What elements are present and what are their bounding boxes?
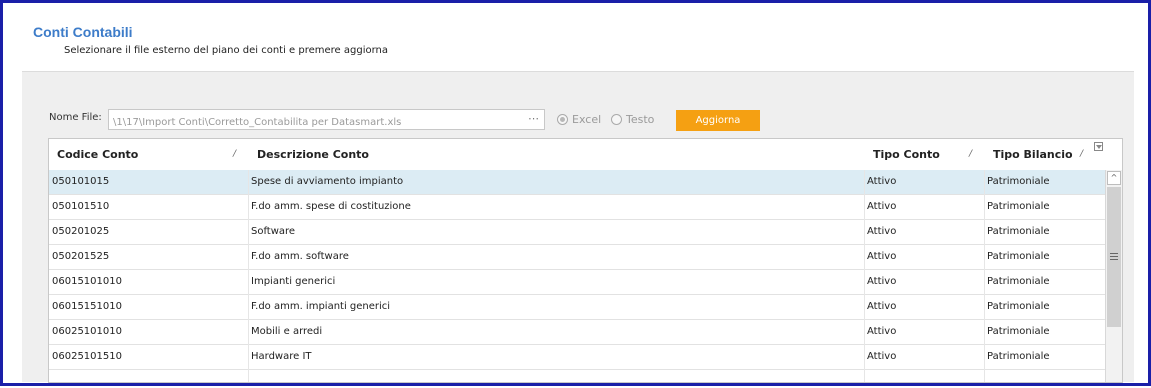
radio-testo-dot[interactable] — [611, 114, 622, 125]
cell-descrizione: Spese di avviamento impianto — [251, 176, 404, 187]
table-row[interactable]: 06015101010 Impianti generici Attivo Patrim… — [49, 270, 1105, 295]
cell-tipo-conto: Attivo — [867, 251, 897, 262]
column-header-codice[interactable]: Codice Conto — [57, 139, 138, 170]
cell-codice: 050201525 — [52, 251, 110, 262]
cell-tipo-bilancio: Patrimoniale — [987, 326, 1050, 337]
grip-icon — [1110, 251, 1118, 262]
cell-tipo-conto: Attivo — [867, 326, 897, 337]
cell-descrizione: F.do amm. spese di costituzione — [251, 201, 411, 212]
cell-descrizione: Software — [251, 226, 296, 237]
cell-descrizione: Mobili e arredi — [251, 326, 323, 337]
cell-codice: 06025101510 — [52, 351, 122, 362]
table-row[interactable]: 050201525 F.do amm. software Attivo Patrimo… — [49, 245, 1105, 270]
cell-codice: 050201025 — [52, 226, 110, 237]
table-row[interactable]: 06015151010 F.do amm. impianti generici At… — [49, 295, 1105, 320]
grid-header: Codice Conto / Descrizione Conto Tipo Co… — [49, 139, 1122, 171]
table-row[interactable]: 06025101510 Hardware IT Attivo Patrimoniale — [49, 345, 1105, 370]
table-row[interactable]: 050201025 Software Attivo Patrimoniale — [49, 220, 1105, 245]
sort-icon-codice[interactable]: / — [233, 149, 236, 159]
cell-codice: 050101510 — [52, 201, 110, 212]
table-row[interactable]: 050101510 F.do amm. spese di costituzione… — [49, 195, 1105, 220]
radio-testo-label: Testo — [626, 113, 655, 126]
column-header-tipo-conto[interactable]: Tipo Conto — [873, 139, 940, 170]
scroll-thumb[interactable] — [1107, 187, 1121, 327]
radio-testo[interactable]: Testo — [611, 113, 654, 126]
column-header-tipo-bilancio[interactable]: Tipo Bilancio — [993, 139, 1073, 170]
cell-tipo-conto: Attivo — [867, 176, 897, 187]
file-label: Nome File: — [49, 112, 102, 123]
accounts-grid: Codice Conto / Descrizione Conto Tipo Co… — [48, 138, 1123, 383]
cell-descrizione: Impianti generici — [251, 276, 336, 287]
sort-icon-tipo-bilancio[interactable]: / — [1080, 149, 1083, 159]
file-path-input[interactable] — [109, 113, 523, 132]
column-divider — [248, 170, 249, 382]
filter-icon[interactable] — [1094, 142, 1103, 151]
cell-tipo-bilancio: Patrimoniale — [987, 276, 1050, 287]
cell-codice: 050101015 — [52, 176, 110, 187]
page-title: Conti Contabili — [33, 24, 133, 40]
vertical-scrollbar[interactable]: ^ — [1105, 170, 1122, 382]
cell-tipo-bilancio: Patrimoniale — [987, 351, 1050, 362]
cell-tipo-conto: Attivo — [867, 351, 897, 362]
cell-tipo-bilancio: Patrimoniale — [987, 176, 1050, 187]
cell-descrizione: Hardware IT — [251, 351, 312, 362]
column-divider — [864, 170, 865, 382]
cell-codice: 06025101010 — [52, 326, 122, 337]
cell-tipo-conto: Attivo — [867, 226, 897, 237]
cell-tipo-conto: Attivo — [867, 276, 897, 287]
file-path-field[interactable]: ⋯ — [108, 109, 545, 132]
radio-excel-label: Excel — [572, 113, 602, 126]
column-header-descrizione[interactable]: Descrizione Conto — [257, 139, 369, 170]
aggiorna-button[interactable]: Aggiorna — [676, 110, 760, 131]
grid-rows: 050101015 Spese di avviamento impianto Att… — [49, 170, 1105, 370]
cell-tipo-bilancio: Patrimoniale — [987, 226, 1050, 237]
column-divider — [984, 170, 985, 382]
table-row[interactable]: 050101015 Spese di avviamento impianto Att… — [49, 170, 1105, 195]
window-frame: Conti Contabili Selezionare il file este… — [0, 0, 1151, 386]
cell-codice: 06015101010 — [52, 276, 122, 287]
cell-descrizione: F.do amm. impianti generici — [251, 301, 391, 312]
browse-icon[interactable]: ⋯ — [528, 112, 540, 125]
cell-tipo-bilancio: Patrimoniale — [987, 251, 1050, 262]
cell-codice: 06015151010 — [52, 301, 122, 312]
sort-icon-tipo-conto[interactable]: / — [969, 149, 972, 159]
cell-tipo-conto: Attivo — [867, 201, 897, 212]
radio-excel-dot[interactable] — [557, 114, 568, 125]
cell-tipo-bilancio: Patrimoniale — [987, 201, 1050, 212]
page-subtitle: Selezionare il file esterno del piano de… — [64, 45, 389, 56]
scroll-up-icon[interactable]: ^ — [1107, 171, 1121, 185]
cell-tipo-bilancio: Patrimoniale — [987, 301, 1050, 312]
cell-descrizione: F.do amm. software — [251, 251, 349, 262]
cell-tipo-conto: Attivo — [867, 301, 897, 312]
radio-excel[interactable]: Excel — [557, 113, 601, 126]
table-row[interactable]: 06025101010 Mobili e arredi Attivo Patrimon… — [49, 320, 1105, 345]
